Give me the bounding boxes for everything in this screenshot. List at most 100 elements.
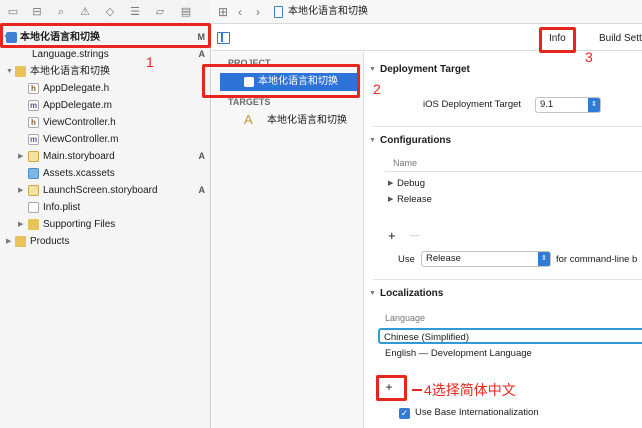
search-icon[interactable]: ⌕ bbox=[54, 5, 68, 19]
navigator-item-file[interactable]: m ViewController.m bbox=[0, 131, 211, 148]
debug-navigator-icon[interactable]: ☰ bbox=[128, 5, 142, 19]
deployment-target-title: Deployment Target bbox=[380, 64, 470, 75]
add-configuration-button[interactable]: + bbox=[388, 228, 396, 243]
ios-deployment-label: iOS Deployment Target bbox=[423, 99, 522, 110]
navigator-item-label: Assets.xcassets bbox=[43, 168, 115, 179]
ios-deployment-combo[interactable]: 9.1 ⇕ bbox=[535, 97, 601, 113]
disclosure-triangle-icon[interactable]: ▶ bbox=[18, 216, 26, 233]
app-target-icon: A bbox=[244, 112, 253, 127]
command-line-config-combo[interactable]: Release ⇕ bbox=[421, 251, 551, 267]
warning-icon[interactable]: ⚠ bbox=[78, 5, 92, 19]
command-line-suffix: for command-line b bbox=[556, 254, 638, 265]
disclosure-triangle-icon[interactable]: ▶ bbox=[18, 148, 26, 165]
navigator-item-label: ViewController.m bbox=[43, 134, 119, 145]
localization-row-selected[interactable]: Chinese (Simplified) bbox=[378, 328, 642, 344]
use-label: Use bbox=[398, 254, 415, 265]
related-items-icon[interactable]: ⊞ bbox=[218, 5, 228, 19]
report-navigator-icon[interactable]: ▤ bbox=[179, 5, 193, 19]
configuration-row[interactable]: ▶ Debug bbox=[385, 176, 642, 192]
navigator-item-label: 本地化语言和切换 bbox=[30, 66, 110, 77]
tab-info[interactable]: Info bbox=[549, 32, 566, 45]
breakpoint-icon[interactable]: ▱ bbox=[153, 5, 167, 19]
navigator-item-file[interactable]: Language.strings A bbox=[0, 46, 211, 63]
plist-icon bbox=[28, 202, 39, 213]
project-section-header: PROJECT bbox=[228, 58, 271, 68]
navigator-item-group[interactable]: ▼ 本地化语言和切换 bbox=[0, 63, 211, 80]
navigator-item-file[interactable]: ▶ LaunchScreen.storyboard A bbox=[0, 182, 211, 199]
navigator-item-label: LaunchScreen.storyboard bbox=[43, 185, 158, 196]
localization-name: Chinese (Simplified) bbox=[384, 332, 470, 343]
chevron-updown-icon: ⇕ bbox=[538, 252, 550, 266]
annotation-number-3: 3 bbox=[585, 49, 593, 65]
folder-navigator-icon[interactable]: ▭ bbox=[6, 5, 20, 19]
header-file-icon: h bbox=[28, 117, 39, 128]
navigator-item-file[interactable]: Assets.xcassets bbox=[0, 165, 211, 182]
disclosure-triangle-icon[interactable]: ▼ bbox=[369, 137, 376, 144]
disclosure-triangle-icon[interactable]: ▶ bbox=[388, 192, 393, 208]
project-file-icon bbox=[274, 6, 283, 18]
disclosure-triangle-icon[interactable]: ▶ bbox=[6, 233, 14, 250]
navigator-item-label: AppDelegate.m bbox=[43, 100, 112, 111]
section-divider bbox=[373, 279, 642, 280]
chevron-updown-icon: ⇕ bbox=[588, 98, 600, 112]
base-internationalization-label: Use Base Internationalization bbox=[415, 407, 539, 418]
ios-deployment-value: 9.1 bbox=[540, 99, 554, 110]
annotation-dash bbox=[412, 389, 422, 391]
navigator-item-label: AppDelegate.h bbox=[43, 83, 110, 94]
disclosure-triangle-icon[interactable]: ▼ bbox=[369, 66, 376, 73]
localization-row[interactable]: English — Development Language bbox=[385, 346, 642, 362]
scm-status-badge: M bbox=[197, 32, 206, 42]
disclosure-triangle-icon[interactable]: ▼ bbox=[6, 63, 14, 80]
configuration-row[interactable]: ▶ Release bbox=[385, 192, 642, 208]
folder-icon bbox=[15, 236, 26, 247]
navigator-item-file[interactable]: m AppDelegate.m bbox=[0, 97, 211, 114]
navigator-item-group[interactable]: ▶ Supporting Files bbox=[0, 216, 211, 233]
annotation-number-2: 2 bbox=[373, 81, 381, 97]
disclosure-triangle-icon[interactable]: ▶ bbox=[388, 176, 393, 192]
implementation-file-icon: m bbox=[28, 134, 39, 145]
symbol-navigator-icon[interactable]: ⊟ bbox=[30, 5, 44, 19]
navigator-item-label: Language.strings bbox=[32, 49, 109, 60]
configurations-title: Configurations bbox=[380, 135, 452, 146]
base-internationalization-checkbox[interactable]: ✓ bbox=[399, 408, 410, 419]
target-item[interactable]: A 本地化语言和切换 bbox=[220, 112, 360, 130]
jump-bar: ⊞ ‹ › 本地化语言和切换 bbox=[212, 0, 642, 24]
navigator-item-file[interactable]: h ViewController.h bbox=[0, 114, 211, 131]
command-line-config-value: Release bbox=[426, 253, 461, 264]
section-divider bbox=[373, 126, 642, 127]
navigator-item-file[interactable]: ▶ Main.storyboard A bbox=[0, 148, 211, 165]
navigator-item-project[interactable]: ▼ 本地化语言和切换 M bbox=[0, 29, 211, 46]
header-file-icon: h bbox=[28, 83, 39, 94]
sidebar-toggle-icon[interactable] bbox=[217, 32, 230, 44]
navigator-toolbar: ▭ ⊟ ⌕ ⚠ ◇ ☰ ▱ ▤ bbox=[0, 0, 211, 24]
scm-status-badge: A bbox=[198, 49, 206, 59]
project-item[interactable]: 本地化语言和切换 bbox=[220, 73, 360, 91]
language-column-header: Language bbox=[385, 313, 426, 323]
disclosure-triangle-icon[interactable]: ▼ bbox=[369, 290, 376, 297]
info-settings: ▼ Deployment Target iOS Deployment Targe… bbox=[365, 52, 642, 428]
navigator-item-label: ViewController.h bbox=[43, 117, 116, 128]
project-icon bbox=[6, 32, 17, 43]
tab-build-settings[interactable]: Build Sett bbox=[599, 32, 642, 45]
navigator-item-group[interactable]: ▶ Products bbox=[0, 233, 211, 250]
navigator-item-file[interactable]: Info.plist bbox=[0, 199, 211, 216]
configuration-name: Debug bbox=[397, 178, 425, 189]
test-navigator-icon[interactable]: ◇ bbox=[103, 5, 117, 19]
disclosure-triangle-icon[interactable]: ▶ bbox=[18, 182, 26, 199]
scm-status-badge: A bbox=[198, 185, 206, 195]
annotation-number-1: 1 bbox=[146, 54, 154, 70]
annotation-text-4: 4选择简体中文 bbox=[424, 382, 516, 398]
remove-configuration-button[interactable]: — bbox=[410, 230, 420, 241]
project-icon bbox=[244, 77, 254, 87]
add-localization-button[interactable]: + bbox=[381, 380, 397, 396]
configurations-name-header: Name bbox=[385, 154, 642, 172]
back-icon[interactable]: ‹ bbox=[238, 5, 242, 19]
navigator-item-file[interactable]: h AppDelegate.h bbox=[0, 80, 211, 97]
scm-status-badge: A bbox=[198, 151, 206, 161]
project-item-label: 本地化语言和切换 bbox=[258, 76, 338, 87]
forward-icon[interactable]: › bbox=[256, 5, 260, 19]
folder-icon bbox=[15, 66, 26, 77]
target-item-label: 本地化语言和切换 bbox=[267, 115, 347, 126]
assets-icon bbox=[28, 168, 39, 179]
breadcrumb[interactable]: 本地化语言和切换 bbox=[288, 5, 368, 19]
